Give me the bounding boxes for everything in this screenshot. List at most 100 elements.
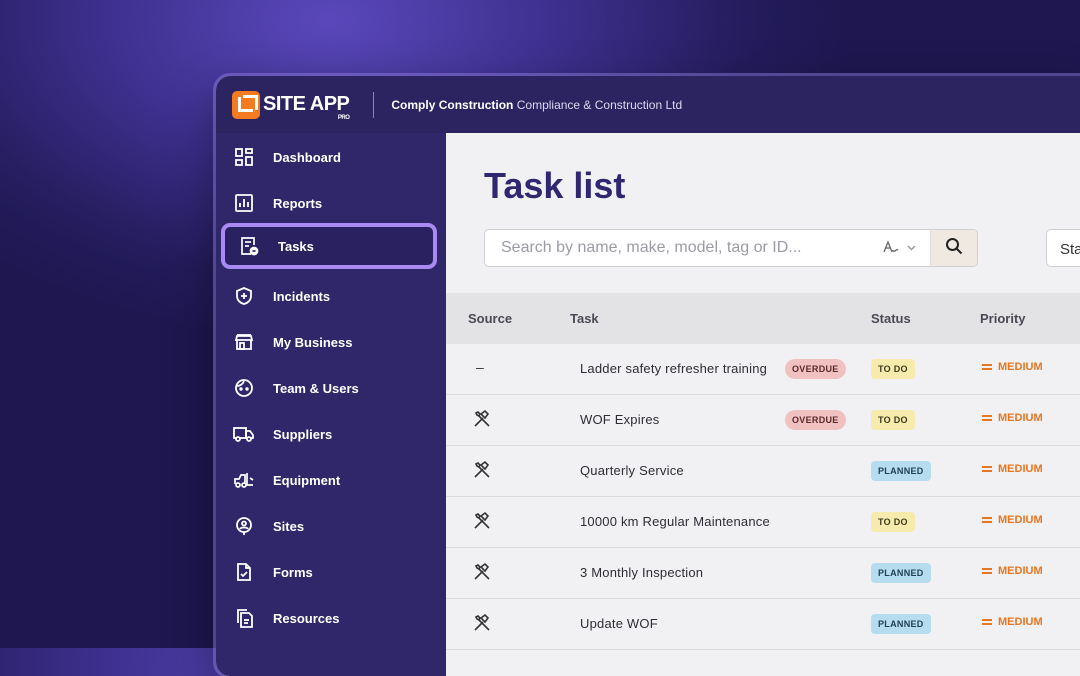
sidebar-item-equipment[interactable]: Equipment: [220, 458, 442, 502]
sidebar-item-tasks[interactable]: Tasks: [221, 223, 437, 269]
sidebar-item-suppliers[interactable]: Suppliers: [220, 412, 442, 456]
column-header-priority[interactable]: Priority: [980, 311, 1026, 326]
table-row[interactable]: 10000 km Regular Maintenance TO DO MEDIU…: [446, 497, 1080, 548]
app-window: SITE APP PRO Comply Construction Complia…: [216, 76, 1080, 676]
task-name[interactable]: Quarterly Service: [580, 463, 684, 478]
task-name[interactable]: Update WOF: [580, 616, 658, 631]
text-filter-icon[interactable]: [883, 239, 899, 257]
table-row[interactable]: – Ladder safety refresher training OVERD…: [446, 344, 1080, 395]
overdue-badge: OVERDUE: [785, 359, 846, 379]
priority-label: MEDIUM: [982, 463, 1043, 475]
top-bar: SITE APP PRO Comply Construction Complia…: [216, 76, 1080, 134]
site-app-logo[interactable]: SITE APP PRO: [232, 90, 350, 121]
truck-icon: [233, 423, 255, 445]
reports-icon: [233, 192, 255, 214]
main-content: Task list Sta Source Task Status Priorit…: [446, 133, 1080, 676]
priority-text: MEDIUM: [998, 514, 1043, 526]
column-header-status[interactable]: Status: [871, 311, 911, 326]
status-badge: PLANNED: [871, 614, 931, 634]
sidebar-item-my-business[interactable]: My Business: [220, 320, 442, 364]
sidebar-item-label: Incidents: [273, 288, 331, 304]
priority-text: MEDIUM: [998, 412, 1043, 424]
tools-icon: [472, 409, 492, 429]
priority-label: MEDIUM: [982, 514, 1043, 526]
status-badge: TO DO: [871, 359, 915, 379]
location-icon: [233, 515, 255, 537]
search-bar: [484, 229, 978, 267]
page-title: Task list: [484, 165, 626, 206]
logo-mark-icon: [232, 90, 260, 119]
sidebar-item-team-users[interactable]: Team & Users: [220, 366, 442, 410]
sidebar-item-forms[interactable]: Forms: [220, 550, 442, 594]
tools-icon: [472, 460, 492, 480]
sidebar-item-label: Tasks: [278, 238, 314, 254]
company-legal-name: Compliance & Construction Ltd: [516, 97, 683, 112]
sidebar-item-label: Suppliers: [273, 426, 333, 442]
priority-label: MEDIUM: [982, 565, 1043, 577]
priority-text: MEDIUM: [998, 616, 1043, 628]
sidebar-item-resources[interactable]: Resources: [220, 596, 442, 640]
table-row[interactable]: WOF Expires OVERDUE TO DO MEDIUM: [446, 395, 1080, 446]
priority-text: MEDIUM: [998, 565, 1043, 577]
task-name[interactable]: Ladder safety refresher training: [580, 361, 767, 376]
sidebar-item-dashboard[interactable]: Dashboard: [220, 135, 442, 179]
form-check-icon: [233, 561, 255, 583]
documents-icon: [233, 607, 255, 629]
face-icon: [233, 377, 255, 399]
priority-medium-icon: [982, 464, 992, 474]
priority-medium-icon: [982, 362, 992, 372]
sidebar-item-label: Forms: [273, 564, 313, 580]
priority-text: MEDIUM: [998, 361, 1043, 373]
sidebar-item-label: Resources: [273, 610, 340, 626]
sidebar-item-label: Equipment: [273, 472, 341, 488]
sidebar-item-label: Dashboard: [273, 149, 341, 165]
table-header: Source Task Status Priority: [446, 293, 1080, 344]
logo-title: SITE APP: [263, 93, 350, 115]
status-badge: PLANNED: [871, 461, 931, 481]
source-value: –: [476, 359, 484, 375]
shield-plus-icon: [233, 285, 255, 307]
table-row[interactable]: Update WOF PLANNED MEDIUM: [446, 599, 1080, 650]
status-filter-dropdown[interactable]: Sta: [1046, 229, 1080, 267]
search-input[interactable]: [499, 238, 883, 258]
task-name[interactable]: WOF Expires: [580, 412, 659, 427]
chevron-down-icon[interactable]: [907, 242, 916, 254]
priority-label: MEDIUM: [982, 616, 1043, 628]
task-table: Source Task Status Priority – Ladder saf…: [446, 293, 1080, 650]
forklift-icon: [233, 469, 255, 491]
search-button[interactable]: [930, 230, 977, 266]
priority-medium-icon: [982, 617, 992, 627]
company-label: Comply Construction Compliance & Constru…: [391, 98, 682, 112]
column-header-source[interactable]: Source: [468, 311, 512, 326]
sidebar-item-label: Team & Users: [273, 380, 359, 396]
task-name[interactable]: 3 Monthly Inspection: [580, 565, 703, 580]
search-icon: [945, 237, 963, 260]
sidebar-item-label: Reports: [273, 195, 323, 211]
priority-medium-icon: [982, 413, 992, 423]
sidebar-item-incidents[interactable]: Incidents: [220, 274, 442, 318]
column-header-task[interactable]: Task: [570, 311, 599, 326]
overdue-badge: OVERDUE: [785, 410, 846, 430]
dashboard-icon: [233, 146, 255, 168]
sidebar-item-label: Sites: [273, 518, 305, 534]
tasks-icon: [238, 235, 260, 257]
status-badge: PLANNED: [871, 563, 931, 583]
sidebar-item-label: My Business: [273, 334, 353, 350]
priority-medium-icon: [982, 566, 992, 576]
priority-label: MEDIUM: [982, 361, 1043, 373]
tools-icon: [472, 613, 492, 633]
tools-icon: [472, 562, 492, 582]
priority-medium-icon: [982, 515, 992, 525]
logo-text: SITE APP PRO: [263, 93, 350, 121]
sidebar: Dashboard Reports Tasks Incidents My Bus…: [216, 133, 446, 676]
table-row[interactable]: Quarterly Service PLANNED MEDIUM: [446, 446, 1080, 497]
task-name[interactable]: 10000 km Regular Maintenance: [580, 514, 770, 529]
priority-label: MEDIUM: [982, 412, 1043, 424]
sidebar-item-sites[interactable]: Sites: [220, 504, 442, 548]
priority-text: MEDIUM: [998, 463, 1043, 475]
logo-sub: PRO: [337, 115, 350, 121]
tools-icon: [472, 511, 492, 531]
topbar-divider: [373, 91, 375, 118]
table-row[interactable]: 3 Monthly Inspection PLANNED MEDIUM: [446, 548, 1080, 599]
sidebar-item-reports[interactable]: Reports: [220, 181, 442, 225]
